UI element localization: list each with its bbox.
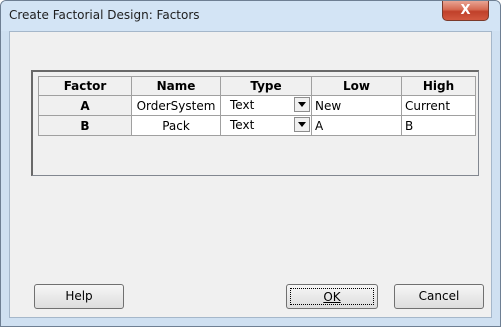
high-cell[interactable]: Current [401,95,476,116]
ok-button-label: OK [290,288,374,305]
low-cell[interactable]: A [311,115,402,136]
type-dropdown[interactable]: Text [220,115,312,136]
name-cell[interactable]: OrderSystem [131,95,221,116]
chevron-down-icon[interactable] [294,117,310,132]
table-row: A OrderSystem Text New Current [38,95,476,116]
column-header-low: Low [311,76,402,96]
window-title: Create Factorial Design: Factors [9,8,200,22]
cancel-button[interactable]: Cancel [394,284,484,309]
chevron-down-icon[interactable] [294,97,310,112]
factors-grid: Factor Name Type Low High A OrderSystem … [31,70,479,176]
table-header-row: Factor Name Type Low High [38,76,476,96]
high-cell[interactable]: B [401,115,476,136]
close-icon: X [460,3,471,18]
low-cell[interactable]: New [311,95,402,116]
column-header-factor: Factor [38,76,132,96]
factor-label: A [38,95,132,116]
type-value: Text [230,98,255,112]
name-cell[interactable]: Pack [131,115,221,136]
column-header-type: Type [220,76,312,96]
column-header-name: Name [131,76,221,96]
help-button[interactable]: Help [34,284,124,309]
factor-label: B [38,115,132,136]
dialog-window: Create Factorial Design: Factors X Facto… [0,0,501,327]
table-row: B Pack Text A B [38,115,476,136]
dialog-body: Factor Name Type Low High A OrderSystem … [9,31,492,318]
ok-button[interactable]: OK [286,284,378,309]
factors-table: Factor Name Type Low High A OrderSystem … [38,76,476,136]
type-value: Text [230,118,255,132]
column-header-high: High [401,76,476,96]
close-button[interactable]: X [442,1,489,21]
type-dropdown[interactable]: Text [220,95,312,116]
title-bar[interactable]: Create Factorial Design: Factors X [1,1,500,31]
